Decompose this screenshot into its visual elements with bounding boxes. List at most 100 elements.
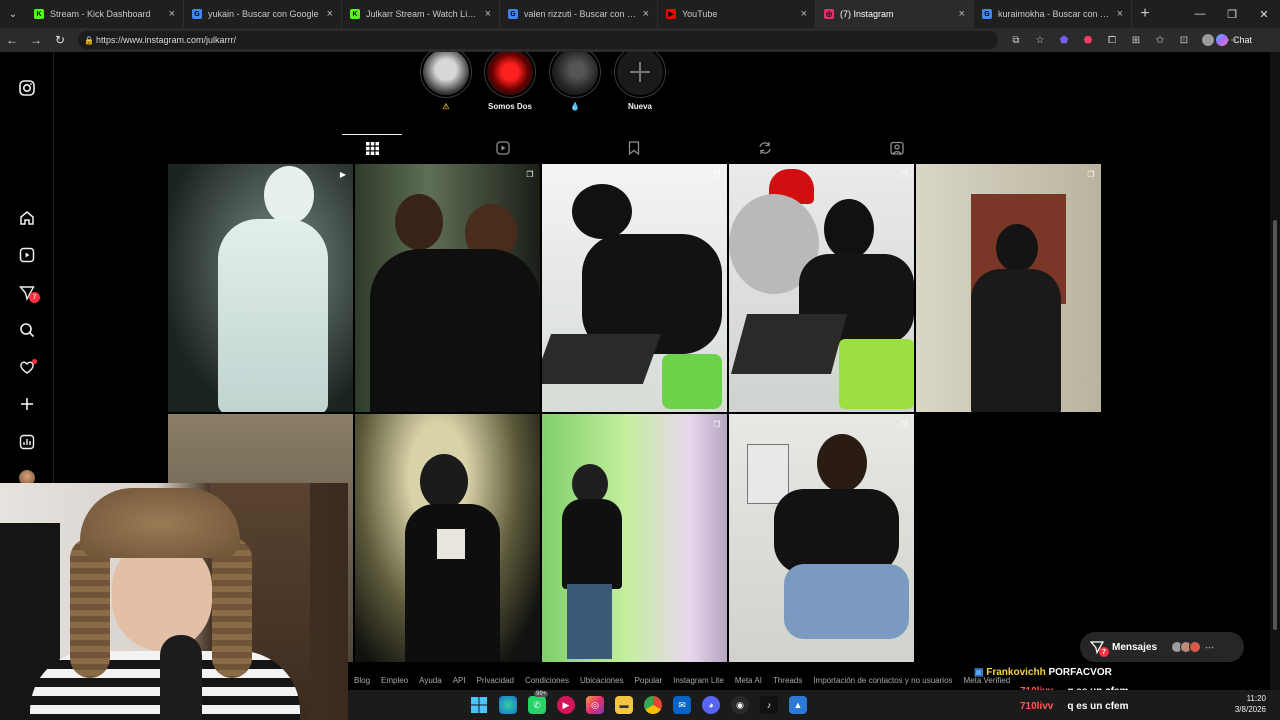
- tab-close-icon[interactable]: ×: [1117, 8, 1123, 20]
- tab-close-icon[interactable]: ×: [485, 8, 491, 20]
- close-window-button[interactable]: ✕: [1248, 0, 1280, 28]
- footer-link[interactable]: Blog: [354, 676, 370, 688]
- highlight-label: Somos Dos: [487, 102, 532, 111]
- messages-button[interactable]: 7 Mensajes ⋯: [1080, 632, 1244, 662]
- tab-favicon-icon: ◎: [824, 9, 834, 19]
- post-tile[interactable]: ❐: [542, 414, 727, 662]
- favorite-star-icon[interactable]: ☆: [1028, 28, 1052, 52]
- tab-reposts[interactable]: [735, 134, 795, 162]
- tab-reels[interactable]: [473, 134, 533, 162]
- footer-link[interactable]: Ayuda: [419, 676, 442, 688]
- dashboard-icon[interactable]: [17, 432, 37, 452]
- carousel-icon: ❐: [713, 169, 721, 179]
- footer-link[interactable]: Instagram Lite: [673, 676, 724, 688]
- edge-browser-icon[interactable]: [499, 696, 517, 714]
- new-tab-button[interactable]: +: [1132, 0, 1158, 28]
- chat-username: Frankovichh: [986, 667, 1046, 678]
- page-scrollbar[interactable]: [1270, 52, 1280, 690]
- highlight-new[interactable]: Nueva: [612, 52, 668, 113]
- collections-icon[interactable]: ⊡: [1172, 28, 1196, 52]
- extension-red-icon[interactable]: ⬣: [1076, 28, 1100, 52]
- tab-title: (7) Instagram: [840, 9, 894, 19]
- browser-tab[interactable]: ◎ (7) Instagram ×: [816, 0, 974, 28]
- footer-link[interactable]: Threads: [773, 676, 802, 688]
- instagram-app-icon[interactable]: ◎: [586, 696, 604, 714]
- refresh-button[interactable]: ↻: [48, 28, 72, 52]
- post-tile[interactable]: [355, 414, 540, 662]
- browser-tab[interactable]: Gkuraimokha - Buscar con Google ×: [974, 0, 1132, 28]
- highlight-2[interactable]: Somos Dos: [482, 52, 538, 113]
- footer-link[interactable]: Importación de contactos y no usuarios: [813, 676, 952, 688]
- post-tile[interactable]: ❐: [729, 164, 914, 412]
- system-clock[interactable]: 11:20 3/8/2026: [1235, 693, 1266, 715]
- footer-link[interactable]: Meta AI: [735, 676, 762, 688]
- tab-posts[interactable]: [342, 134, 402, 162]
- tab-close-icon[interactable]: ×: [327, 8, 333, 20]
- maximize-button[interactable]: ❐: [1216, 0, 1248, 28]
- favorites-icon[interactable]: ✩: [1148, 28, 1172, 52]
- minimize-button[interactable]: —: [1184, 0, 1216, 28]
- open-in-app-icon[interactable]: ⧉: [1004, 28, 1028, 52]
- discord-icon[interactable]: ◕: [702, 696, 720, 714]
- scrollbar-thumb[interactable]: [1273, 220, 1277, 630]
- post-tile[interactable]: ❐: [542, 164, 727, 412]
- copilot-chat-button[interactable]: Chat: [1215, 32, 1252, 48]
- tab-favicon-icon: G: [508, 9, 518, 19]
- browser-tab[interactable]: Gvalen rizzuti - Buscar con Google ×: [500, 0, 658, 28]
- tab-close-icon[interactable]: ×: [169, 8, 175, 20]
- highlight-1[interactable]: ⚠: [418, 52, 474, 113]
- browser-tab[interactable]: K Stream - Kick Dashboard ×: [26, 0, 184, 28]
- create-plus-icon[interactable]: [17, 394, 37, 414]
- tab-tagged[interactable]: [867, 134, 927, 162]
- back-button[interactable]: ←: [0, 28, 24, 52]
- footer-link[interactable]: Condiciones: [525, 676, 569, 688]
- tab-close-icon[interactable]: ×: [801, 8, 807, 20]
- footer-link[interactable]: Popular: [635, 676, 663, 688]
- instagram-logo-icon[interactable]: [17, 78, 37, 98]
- address-bar[interactable]: 🔒 https://www.instagram.com/julkarrr/: [78, 31, 998, 49]
- tab-actions-menu[interactable]: ⌄: [0, 0, 26, 28]
- post-tile[interactable]: ❐: [916, 164, 1101, 412]
- obs-icon[interactable]: ◉: [731, 696, 749, 714]
- highlight-3[interactable]: 💧: [547, 52, 603, 113]
- chrome-icon[interactable]: [644, 696, 662, 714]
- tiktok-icon[interactable]: ♪: [760, 696, 778, 714]
- reels-tab-icon: [496, 141, 510, 155]
- carousel-icon: ❐: [713, 419, 721, 429]
- browser-tab[interactable]: ▶ YouTube ×: [658, 0, 816, 28]
- footer-link[interactable]: API: [453, 676, 466, 688]
- post-figure: [405, 504, 500, 662]
- split-screen-icon[interactable]: ⊞: [1124, 28, 1148, 52]
- chat-message: q es un cfem: [1067, 701, 1129, 712]
- carousel-icon: ❐: [526, 169, 534, 179]
- stream-chat-highlight: ▣ Frankovichh PORFACVOR: [974, 667, 1112, 678]
- tab-close-icon[interactable]: ×: [959, 8, 965, 20]
- browser-tab[interactable]: K Julkarr Stream - Watch Live on Ki ×: [342, 0, 500, 28]
- footer-link[interactable]: Privacidad: [477, 676, 514, 688]
- post-figure: [264, 166, 314, 224]
- post-tile[interactable]: ❐: [729, 414, 914, 662]
- search-icon[interactable]: [17, 320, 37, 340]
- photos-icon[interactable]: ▲: [789, 696, 807, 714]
- browser-tab[interactable]: Gyukain - Buscar con Google ×: [184, 0, 342, 28]
- forward-button[interactable]: →: [24, 28, 48, 52]
- home-icon[interactable]: [17, 208, 37, 228]
- file-explorer-icon[interactable]: ▬: [615, 696, 633, 714]
- tab-saved[interactable]: [604, 134, 664, 162]
- post-tile[interactable]: ❐: [355, 164, 540, 412]
- footer-link[interactable]: Ubicaciones: [580, 676, 624, 688]
- post-tile[interactable]: ▶: [168, 164, 353, 412]
- tab-close-icon[interactable]: ×: [643, 8, 649, 20]
- whatsapp-icon[interactable]: ✆: [528, 696, 546, 714]
- new-highlight-plus-icon: [617, 52, 663, 95]
- post-figure: [971, 269, 1061, 412]
- media-player-icon[interactable]: ▶: [557, 696, 575, 714]
- profile-tabs: [168, 134, 1102, 164]
- footer-link[interactable]: Empleo: [381, 676, 408, 688]
- start-windows-icon[interactable]: [470, 696, 488, 714]
- extensions-icon[interactable]: ⧠: [1100, 28, 1124, 52]
- highlight-cover: [423, 52, 469, 95]
- reels-icon[interactable]: [17, 245, 37, 265]
- mail-icon[interactable]: ✉: [673, 696, 691, 714]
- extension-icon[interactable]: ⬟: [1052, 28, 1076, 52]
